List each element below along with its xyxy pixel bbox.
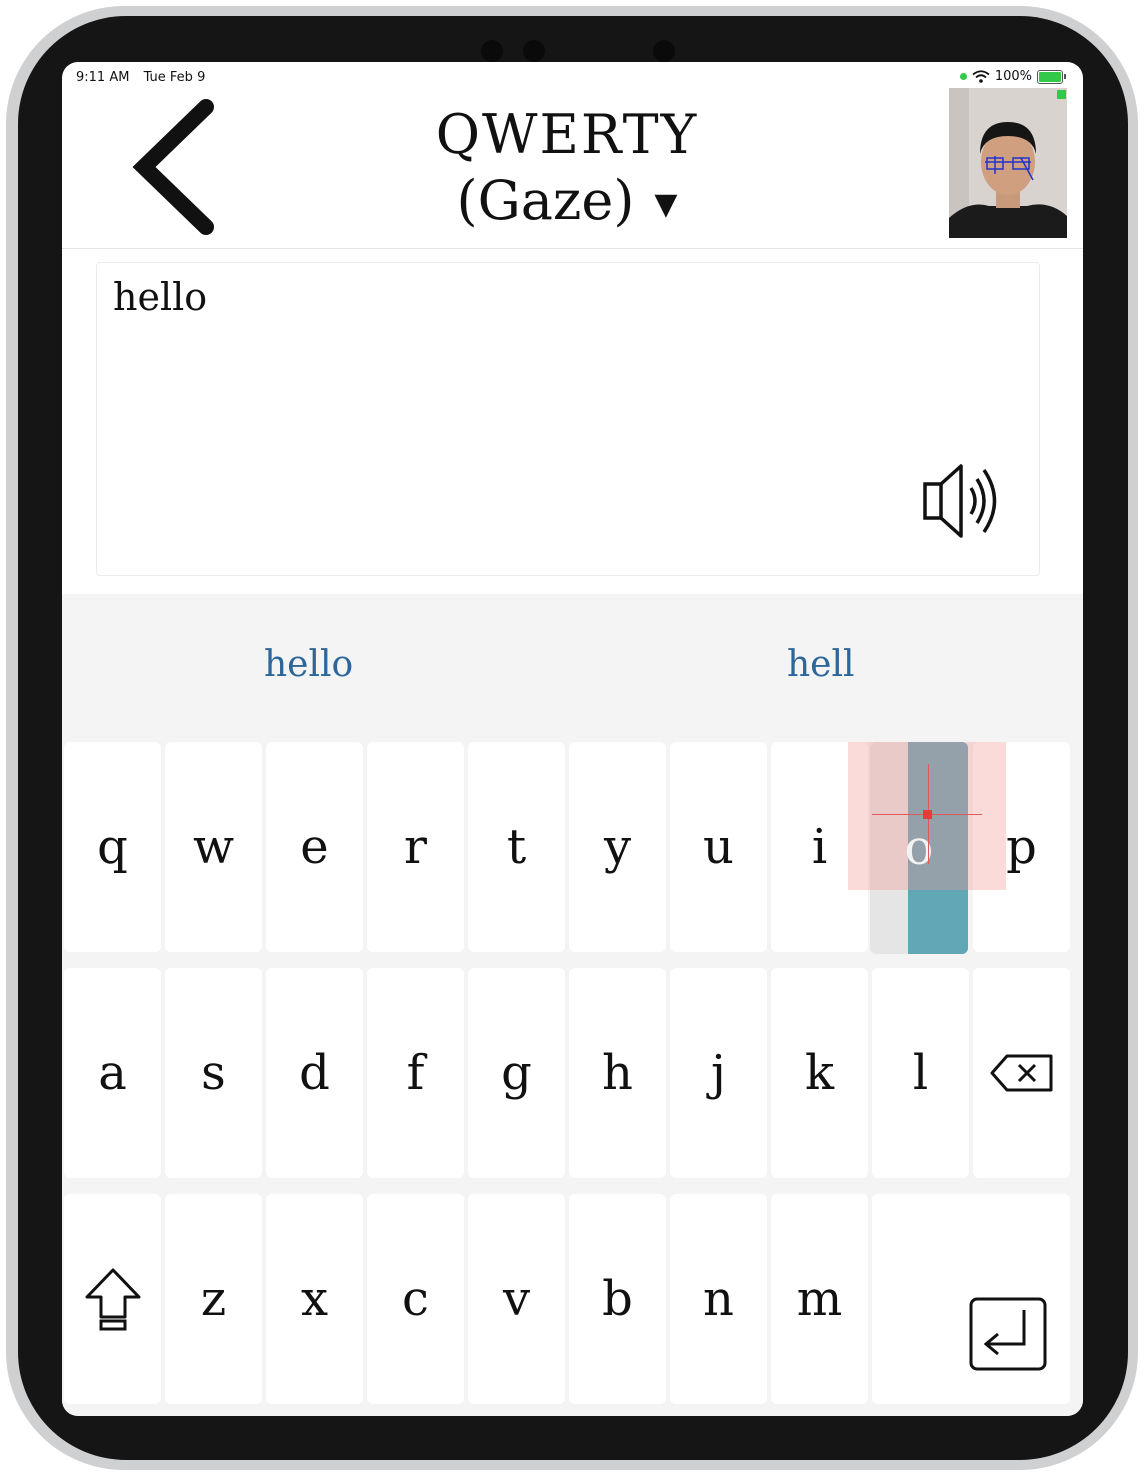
- key-s[interactable]: s: [165, 968, 262, 1178]
- key-u[interactable]: u: [670, 742, 767, 952]
- key-f[interactable]: f: [367, 968, 464, 1178]
- app-screen: 9:11 AM Tue Feb 9 100% QWERTY (Gaze) ▼ h…: [62, 62, 1083, 1416]
- key-n[interactable]: n: [670, 1194, 767, 1404]
- key-v[interactable]: v: [468, 1194, 565, 1404]
- key-l[interactable]: l: [872, 968, 969, 1178]
- key-h[interactable]: h: [569, 968, 666, 1178]
- dropdown-caret-icon[interactable]: ▼: [654, 187, 677, 222]
- suggestion-2[interactable]: hell: [787, 644, 855, 685]
- gaze-point: [923, 810, 932, 819]
- input-mode-label: (Gaze): [456, 169, 635, 232]
- key-r[interactable]: r: [367, 742, 464, 952]
- camera-preview: [949, 88, 1067, 238]
- camera-in-use-indicator: [959, 73, 967, 80]
- battery-percent: 100%: [994, 69, 1032, 84]
- key-a[interactable]: a: [64, 968, 161, 1178]
- front-sensor: [653, 40, 675, 62]
- face-tracking-preview: [949, 88, 1067, 238]
- key-x[interactable]: x: [266, 1194, 363, 1404]
- status-time: 9:11 AM: [76, 70, 130, 85]
- backspace-key[interactable]: [973, 968, 1070, 1178]
- key-y[interactable]: y: [569, 742, 666, 952]
- front-camera: [523, 40, 545, 62]
- key-k[interactable]: k: [771, 968, 868, 1178]
- key-c[interactable]: c: [367, 1194, 464, 1404]
- header-divider: [62, 248, 1083, 249]
- composed-text-field[interactable]: hello: [96, 262, 1040, 576]
- key-t[interactable]: t: [468, 742, 565, 952]
- wifi-icon: [972, 70, 990, 83]
- key-w[interactable]: w: [165, 742, 262, 952]
- key-m[interactable]: m: [771, 1194, 868, 1404]
- backspace-icon: [990, 1054, 1052, 1092]
- page-title[interactable]: QWERTY (Gaze) ▼: [342, 102, 792, 238]
- key-e[interactable]: e: [266, 742, 363, 952]
- status-date: Tue Feb 9: [143, 70, 206, 85]
- key-q[interactable]: q: [64, 742, 161, 952]
- key-g[interactable]: g: [468, 968, 565, 1178]
- battery-icon: [1037, 69, 1066, 84]
- return-icon: [969, 1297, 1047, 1371]
- speaker-icon[interactable]: [919, 462, 1009, 542]
- key-b[interactable]: b: [569, 1194, 666, 1404]
- suggestion-1[interactable]: hello: [264, 644, 353, 685]
- key-j[interactable]: j: [670, 968, 767, 1178]
- key-z[interactable]: z: [165, 1194, 262, 1404]
- composed-text: hello: [113, 275, 208, 319]
- shift-icon: [85, 1268, 140, 1331]
- suggestion-bar: hello hell: [62, 594, 1083, 742]
- chevron-left-icon[interactable]: [122, 97, 222, 237]
- status-bar-right: 100%: [959, 69, 1066, 84]
- status-bar-left: 9:11 AM Tue Feb 9: [76, 70, 215, 85]
- key-o[interactable]: o: [870, 742, 968, 954]
- enter-key[interactable]: [872, 1194, 1070, 1404]
- front-sensor: [481, 40, 503, 62]
- keyboard: q w e r t y u i p o a s d f g h j k l z …: [62, 742, 1083, 1416]
- key-d[interactable]: d: [266, 968, 363, 1178]
- keyboard-layout-name: QWERTY: [435, 103, 699, 166]
- shift-key[interactable]: [64, 1194, 161, 1404]
